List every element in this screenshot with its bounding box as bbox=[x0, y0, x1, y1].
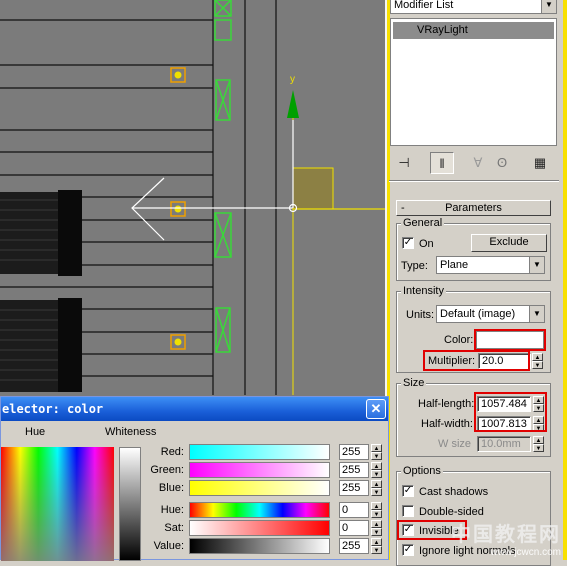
hue-value[interactable]: 0 bbox=[339, 502, 369, 518]
hue-spinner[interactable]: ▲ ▼ bbox=[371, 502, 382, 518]
half-length-label: Half-length: bbox=[418, 398, 475, 410]
blue-spinner[interactable]: ▲ ▼ bbox=[371, 480, 382, 496]
on-label: On bbox=[419, 238, 434, 250]
highlight-box bbox=[474, 329, 546, 351]
modifier-list-dropdown[interactable]: Modifier List ▼ bbox=[390, 0, 557, 14]
spinner-up-icon[interactable]: ▲ bbox=[371, 444, 382, 452]
spinner-up-icon[interactable]: ▲ bbox=[371, 502, 382, 510]
configure-sets-icon[interactable]: ▦ bbox=[528, 152, 552, 174]
sat-spinner[interactable]: ▲ ▼ bbox=[371, 520, 382, 536]
blue-slider[interactable] bbox=[189, 480, 330, 496]
divider bbox=[389, 180, 559, 182]
green-helpers bbox=[214, 0, 232, 353]
cast-shadows-label: Cast shadows bbox=[419, 486, 489, 498]
red-label: Red: bbox=[160, 446, 184, 458]
spinner-down-icon[interactable]: ▼ bbox=[371, 470, 382, 478]
spinner-up-icon[interactable]: ▲ bbox=[371, 520, 382, 528]
group-label-options: Options bbox=[401, 465, 443, 477]
sat-label: Sat: bbox=[164, 522, 184, 534]
red-slider[interactable] bbox=[189, 444, 330, 460]
ignore-normals-checkbox[interactable]: ✓ bbox=[402, 544, 414, 556]
group-label-general: General bbox=[401, 217, 445, 229]
watermark-url: www.jcwcn.com bbox=[490, 547, 561, 558]
hue-label: Hue bbox=[25, 426, 46, 438]
green-label: Green: bbox=[150, 464, 184, 476]
value-spinner[interactable]: ▲ ▼ bbox=[371, 538, 382, 554]
hue-saturation-picker[interactable] bbox=[1, 447, 114, 561]
hue-channel-label: Hue: bbox=[160, 504, 184, 516]
modifier-stack-item[interactable]: VRayLight bbox=[393, 22, 554, 39]
w-size-label: W size bbox=[438, 438, 471, 450]
value-value[interactable]: 255 bbox=[339, 538, 369, 554]
dialog-title: elector: color bbox=[2, 402, 104, 416]
color-selector-dialog: elector: color ✕ Hue Whiteness Red: 255 … bbox=[0, 396, 389, 561]
spinner-up-icon[interactable]: ▲ bbox=[371, 480, 382, 488]
exclude-button[interactable]: Exclude bbox=[471, 234, 547, 252]
sat-value[interactable]: 0 bbox=[339, 520, 369, 536]
w-size-field[interactable]: 10.0mm bbox=[477, 436, 531, 452]
spinner-down-icon[interactable]: ▼ bbox=[533, 444, 544, 452]
spinner-down-icon[interactable]: ▼ bbox=[371, 528, 382, 536]
w-size-spinner[interactable]: ▲ ▼ bbox=[533, 436, 544, 452]
red-spinner[interactable]: ▲ ▼ bbox=[371, 444, 382, 460]
group-label-intensity: Intensity bbox=[401, 285, 446, 297]
type-label: Type: bbox=[401, 260, 428, 272]
hue-slider[interactable] bbox=[189, 502, 330, 518]
type-value: Plane bbox=[440, 259, 469, 271]
sat-slider[interactable] bbox=[189, 520, 330, 536]
units-dropdown[interactable]: Default (image) ▼ bbox=[436, 305, 545, 323]
spinner-up-icon[interactable]: ▲ bbox=[371, 538, 382, 546]
red-value[interactable]: 255 bbox=[339, 444, 369, 460]
modifier-stack[interactable]: VRayLight bbox=[390, 18, 557, 146]
green-value[interactable]: 255 bbox=[339, 462, 369, 478]
svg-text:y: y bbox=[290, 74, 295, 85]
dialog-titlebar[interactable]: elector: color bbox=[1, 397, 388, 421]
dark-blocks bbox=[0, 190, 82, 392]
rollout-title: Parameters bbox=[445, 202, 502, 214]
cast-shadows-checkbox[interactable]: ✓ bbox=[402, 485, 414, 497]
spinner-down-icon[interactable]: ▼ bbox=[532, 361, 543, 369]
watermark-text: 中国教程网 bbox=[451, 522, 561, 546]
value-label: Value: bbox=[153, 540, 184, 552]
value-slider[interactable] bbox=[189, 538, 330, 554]
pin-stack-icon[interactable]: ⊣ bbox=[392, 152, 416, 174]
blue-label: Blue: bbox=[158, 482, 184, 494]
multiplier-spinner[interactable]: ▲ ▼ bbox=[532, 353, 543, 369]
parameters-rollout-header[interactable]: - Parameters bbox=[396, 200, 551, 216]
half-width-label: Half-width: bbox=[421, 418, 473, 430]
modifier-list-label: Modifier List bbox=[394, 0, 454, 11]
group-label-size: Size bbox=[401, 377, 427, 389]
remove-modifier-icon[interactable]: ʘ bbox=[490, 152, 514, 174]
green-spinner[interactable]: ▲ ▼ bbox=[371, 462, 382, 478]
spinner-up-icon[interactable]: ▲ bbox=[533, 436, 544, 444]
double-sided-checkbox[interactable] bbox=[402, 505, 414, 517]
chevron-down-icon[interactable]: ▼ bbox=[529, 257, 544, 273]
units-label: Units: bbox=[406, 309, 435, 321]
units-value: Default (image) bbox=[440, 308, 516, 320]
vraylight-gizmo: y bbox=[287, 74, 385, 395]
highlight-box bbox=[474, 392, 547, 432]
stack-toolbar: ⊣ ‖ ∀ ʘ ▦ bbox=[390, 152, 557, 174]
spinner-down-icon[interactable]: ▼ bbox=[371, 546, 382, 554]
spinner-down-icon[interactable]: ▼ bbox=[371, 488, 382, 496]
spinner-down-icon[interactable]: ▼ bbox=[371, 510, 382, 518]
type-dropdown[interactable]: Plane ▼ bbox=[436, 256, 545, 274]
green-slider[interactable] bbox=[189, 462, 330, 478]
blue-value[interactable]: 255 bbox=[339, 480, 369, 496]
watermark: 中国教程网 www.jcwcn.com bbox=[451, 518, 561, 558]
color-label: Color: bbox=[444, 334, 474, 346]
spinner-down-icon[interactable]: ▼ bbox=[371, 452, 382, 460]
highlight-box bbox=[423, 350, 530, 371]
show-end-result-icon[interactable]: ‖ bbox=[430, 152, 454, 174]
chevron-down-icon[interactable]: ▼ bbox=[541, 0, 556, 13]
double-sided-label: Double-sided bbox=[419, 506, 484, 518]
on-checkbox[interactable]: ✓ bbox=[402, 237, 414, 249]
whiteness-label: Whiteness bbox=[105, 426, 157, 438]
chevron-down-icon[interactable]: ▼ bbox=[529, 306, 544, 322]
make-unique-icon[interactable]: ∀ bbox=[466, 152, 490, 174]
close-icon[interactable]: ✕ bbox=[366, 399, 386, 419]
spinner-up-icon[interactable]: ▲ bbox=[371, 462, 382, 470]
spinner-up-icon[interactable]: ▲ bbox=[532, 353, 543, 361]
panel-border-right bbox=[563, 0, 567, 560]
